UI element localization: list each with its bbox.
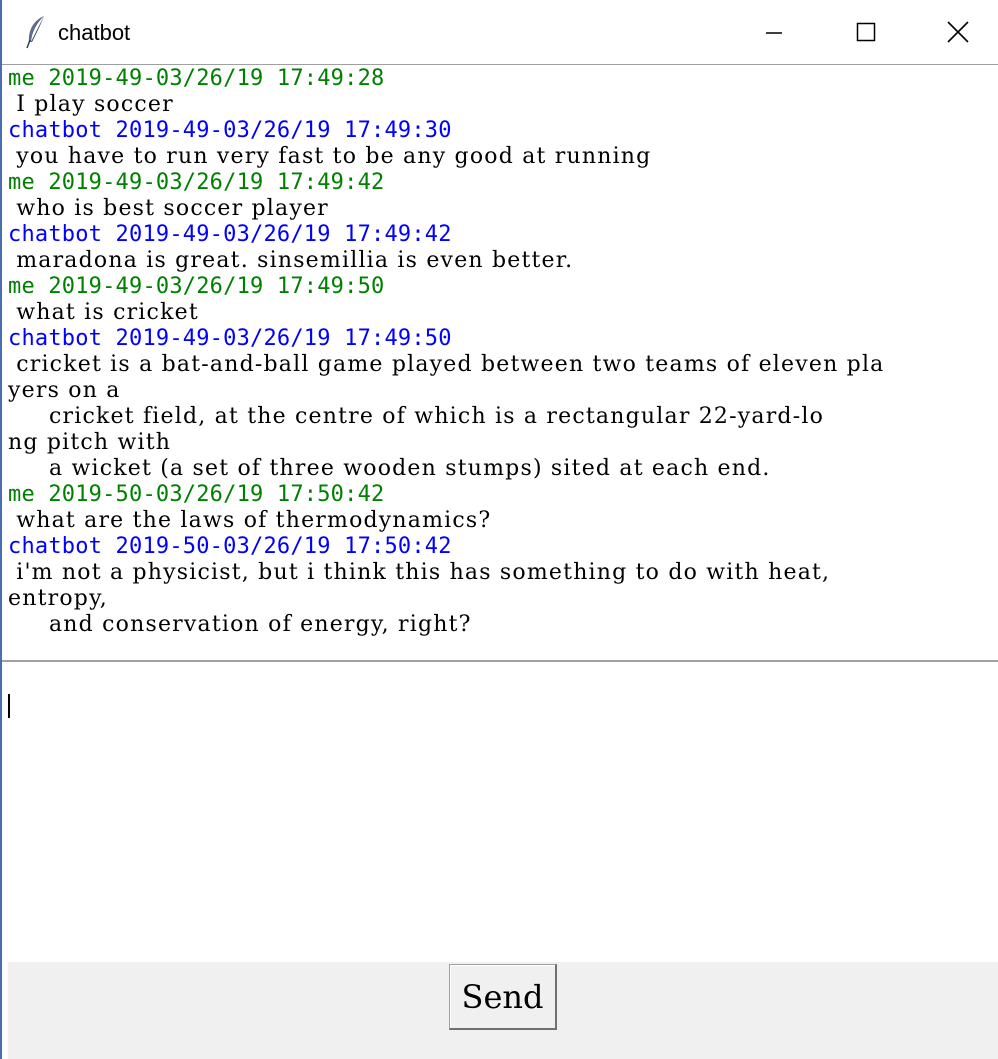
feather-icon xyxy=(24,14,48,50)
minimize-button[interactable] xyxy=(728,0,820,64)
user-message-header: me 2019-49-03/26/19 17:49:42 xyxy=(8,170,385,195)
bot-message-header: chatbot 2019-49-03/26/19 17:49:50 xyxy=(8,326,452,351)
chatbot-window: chatbot me 2019-49-03/26/19 17:49:28 I p… xyxy=(0,0,998,1059)
window-title: chatbot xyxy=(58,20,131,45)
chat-message: me 2019-50-03/26/19 17:50:42 what are th… xyxy=(8,482,998,534)
maximize-icon xyxy=(856,22,876,42)
send-button[interactable]: Send xyxy=(449,964,557,1030)
message-text: what are the laws of thermodynamics? xyxy=(8,508,492,533)
message-text: I play soccer xyxy=(8,92,174,117)
minimize-icon xyxy=(766,32,782,34)
chat-message: chatbot 2019-49-03/26/19 17:49:42 marado… xyxy=(8,222,998,274)
bot-message-header: chatbot 2019-49-03/26/19 17:49:42 xyxy=(8,222,452,247)
user-message-header: me 2019-49-03/26/19 17:49:50 xyxy=(8,274,385,299)
message-text: i'm not a physicist, but i think this ha… xyxy=(8,560,831,637)
chat-message: chatbot 2019-49-03/26/19 17:49:30 you ha… xyxy=(8,118,998,170)
maximize-button[interactable] xyxy=(820,0,912,64)
user-message-header: me 2019-50-03/26/19 17:50:42 xyxy=(8,482,385,507)
message-text: cricket is a bat-and-ball game played be… xyxy=(8,352,885,481)
close-icon xyxy=(947,21,969,43)
text-caret xyxy=(8,694,10,718)
bot-message-header: chatbot 2019-49-03/26/19 17:49:30 xyxy=(8,118,452,143)
message-input[interactable] xyxy=(2,664,998,962)
close-button[interactable] xyxy=(912,0,998,64)
chat-log[interactable]: me 2019-49-03/26/19 17:49:28 I play socc… xyxy=(2,66,998,662)
chat-message: me 2019-49-03/26/19 17:49:42 who is best… xyxy=(8,170,998,222)
chat-message: me 2019-49-03/26/19 17:49:28 I play socc… xyxy=(8,66,998,118)
user-message-header: me 2019-49-03/26/19 17:49:28 xyxy=(8,66,385,91)
title-bar[interactable]: chatbot xyxy=(2,0,998,65)
message-text: what is cricket xyxy=(8,300,199,325)
message-text: who is best soccer player xyxy=(8,196,329,221)
chat-message: me 2019-49-03/26/19 17:49:50 what is cri… xyxy=(8,274,998,326)
footer-bar: Send xyxy=(8,962,998,1059)
message-text: you have to run very fast to be any good… xyxy=(8,144,652,169)
message-text: maradona is great. sinsemillia is even b… xyxy=(8,248,574,273)
bot-message-header: chatbot 2019-50-03/26/19 17:50:42 xyxy=(8,534,452,559)
chat-message: chatbot 2019-49-03/26/19 17:49:50 cricke… xyxy=(8,326,998,482)
chat-message: chatbot 2019-50-03/26/19 17:50:42 i'm no… xyxy=(8,534,998,638)
